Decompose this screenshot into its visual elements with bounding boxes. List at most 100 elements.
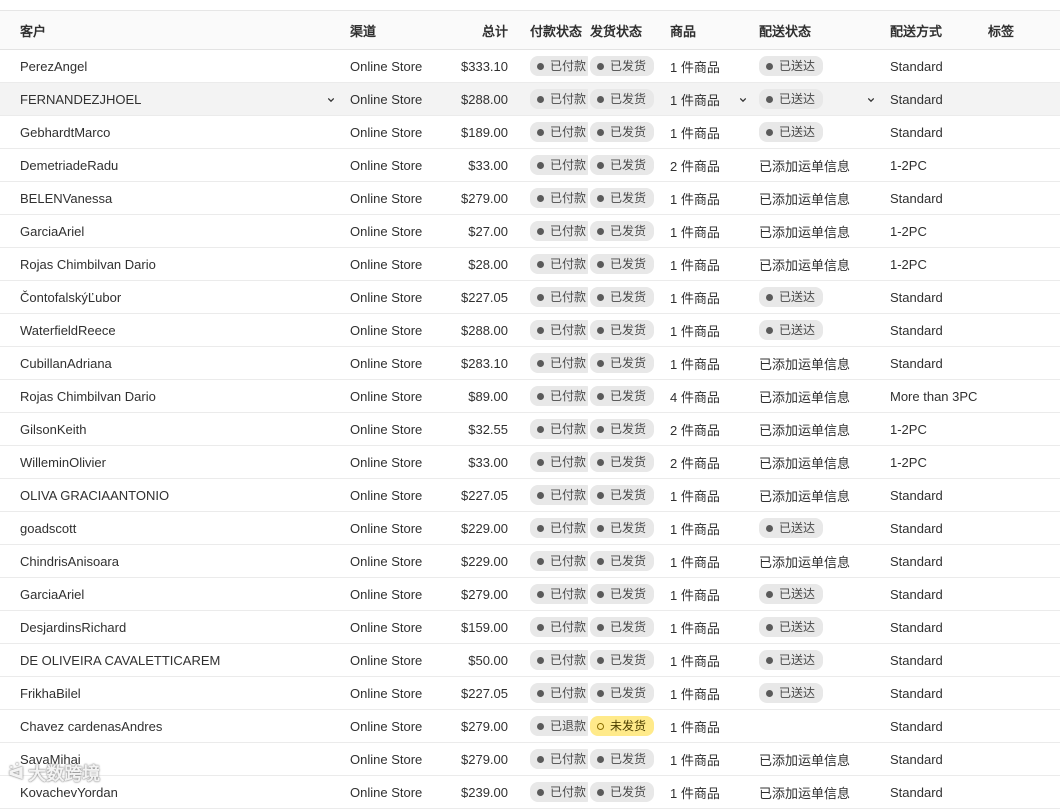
cell-fulfillment: 已发货	[588, 254, 668, 274]
cell-customer[interactable]: Rojas Chimbilvan Dario	[0, 257, 345, 272]
items-chevron-down-icon[interactable]	[739, 92, 747, 107]
header-channel[interactable]: 渠道	[345, 21, 445, 40]
cell-payment: 已付款	[508, 551, 588, 571]
cell-items[interactable]: 1 件商品	[668, 783, 759, 802]
cell-customer[interactable]: DE OLIVEIRA CAVALETTICAREM	[0, 653, 345, 668]
table-row[interactable]: Rojas Chimbilvan Dario Online Store $89.00…	[0, 380, 1060, 413]
table-row[interactable]: ČontofalskýĽubor Online Store $227.05 已付款 已发…	[0, 281, 1060, 314]
delivery-chevron-down-icon[interactable]	[867, 92, 875, 107]
cell-items[interactable]: 1 件商品	[668, 618, 759, 637]
header-total[interactable]: 总计	[445, 21, 508, 40]
table-row[interactable]: goadscott Online Store $229.00 已付款 已发货 1 件商品已…	[0, 512, 1060, 545]
table-row[interactable]: GarciaAriel Online Store $27.00 已付款 已发货 1 件商品…	[0, 215, 1060, 248]
status-dot-icon	[597, 392, 604, 400]
status-dot-icon	[597, 128, 604, 136]
table-row[interactable]: Chavez cardenasAndres Online Store $279.00…	[0, 710, 1060, 743]
header-items[interactable]: 商品	[668, 21, 759, 40]
cell-customer[interactable]: DesjardinsRichard	[0, 620, 345, 635]
table-row[interactable]: KovachevYordan Online Store $239.00 已付款 已发货 1…	[0, 776, 1060, 809]
header-delivery-method[interactable]: 配送方式	[890, 21, 988, 40]
table-row[interactable]: GilsonKeith Online Store $32.55 已付款 已发货 2 件商品…	[0, 413, 1060, 446]
cell-customer[interactable]: FrikhaBilel	[0, 686, 345, 701]
table-row[interactable]: ChindrisAnisoara Online Store $229.00 已付款 已发…	[0, 545, 1060, 578]
cell-customer[interactable]: FERNANDEZJHOEL	[0, 92, 345, 107]
cell-items[interactable]: 1 件商品	[668, 189, 759, 208]
table-row[interactable]: DesjardinsRichard Online Store $159.00 已付款已…	[0, 611, 1060, 644]
cell-items[interactable]: 1 件商品	[668, 321, 759, 340]
cell-items[interactable]: 2 件商品	[668, 156, 759, 175]
table-row[interactable]: WilleminOlivier Online Store $33.00 已付款 已发货 2…	[0, 446, 1060, 479]
cell-items[interactable]: 1 件商品	[668, 684, 759, 703]
cell-customer[interactable]: BELENVanessa	[0, 191, 345, 206]
customer-chevron-down-icon[interactable]	[327, 92, 335, 107]
status-dot-icon	[597, 623, 604, 631]
status-dot-icon	[597, 293, 604, 301]
cell-customer[interactable]: ChindrisAnisoara	[0, 554, 345, 569]
status-dot-icon	[537, 689, 544, 697]
fulfillment-badge: 已发货	[590, 452, 655, 472]
cell-items[interactable]: 1 件商品	[668, 486, 759, 505]
cell-fulfillment: 已发货	[588, 155, 668, 175]
cell-customer[interactable]: Rojas Chimbilvan Dario	[0, 389, 345, 404]
cell-items[interactable]: 1 件商品	[668, 255, 759, 274]
cell-items[interactable]: 1 件商品	[668, 123, 759, 142]
table-row[interactable]: BELENVanessa Online Store $279.00 已付款 已发货 1 件…	[0, 182, 1060, 215]
table-row[interactable]: CubillanAdriana Online Store $283.10 已付款 已发货…	[0, 347, 1060, 380]
cell-customer[interactable]: Chavez cardenasAndres	[0, 719, 345, 734]
cell-items[interactable]: 1 件商品	[668, 651, 759, 670]
table-row[interactable]: GarciaAriel Online Store $279.00 已付款 已发货 1 件商…	[0, 578, 1060, 611]
table-row[interactable]: GebhardtMarco Online Store $189.00 已付款 已发货 1 …	[0, 116, 1060, 149]
cell-items[interactable]: 2 件商品	[668, 453, 759, 472]
cell-customer[interactable]: GebhardtMarco	[0, 125, 345, 140]
cell-customer[interactable]: DemetriadeRadu	[0, 158, 345, 173]
cell-items[interactable]: 1 件商品	[668, 57, 759, 76]
table-row[interactable]: WaterfieldReece Online Store $288.00 已付款 已发货…	[0, 314, 1060, 347]
cell-channel: Online Store	[350, 586, 423, 602]
table-row[interactable]: FERNANDEZJHOEL Online Store $288.00 已付款 已发货 1…	[0, 83, 1060, 116]
cell-customer[interactable]: GarciaAriel	[0, 224, 345, 239]
cell-items[interactable]: 1 件商品	[668, 717, 759, 736]
table-row[interactable]: FrikhaBilel Online Store $227.05 已付款 已发货 1 件商…	[0, 677, 1060, 710]
cell-customer[interactable]: GilsonKeith	[0, 422, 345, 437]
header-tags[interactable]: 标签	[988, 21, 1060, 40]
cell-items[interactable]: 1 件商品	[668, 222, 759, 241]
status-dot-icon	[537, 788, 544, 796]
table-row[interactable]: DE OLIVEIRA CAVALETTICAREM Online Store $5…	[0, 644, 1060, 677]
payment-badge: 已付款	[530, 287, 588, 307]
cell-items[interactable]: 1 件商品	[668, 519, 759, 538]
delivery-badge: 已送达	[759, 89, 824, 109]
cell-customer[interactable]: CubillanAdriana	[0, 356, 345, 371]
cell-channel: Online Store	[350, 322, 423, 338]
table-row[interactable]: Rojas Chimbilvan Dario Online Store $28.00…	[0, 248, 1060, 281]
cell-items[interactable]: 2 件商品	[668, 420, 759, 439]
cell-customer[interactable]: PerezAngel	[0, 59, 345, 74]
cell-customer[interactable]: goadscott	[0, 521, 345, 536]
cell-items[interactable]: 1 件商品	[668, 354, 759, 373]
table-row[interactable]: DemetriadeRadu Online Store $33.00 已付款 已发货 2 …	[0, 149, 1060, 182]
cell-items[interactable]: 1 件商品	[668, 288, 759, 307]
cell-items[interactable]: 1 件商品	[668, 585, 759, 604]
cell-customer[interactable]: WaterfieldReece	[0, 323, 345, 338]
header-customer[interactable]: 客户	[0, 21, 345, 40]
cell-customer[interactable]: ČontofalskýĽubor	[0, 290, 345, 305]
cell-items[interactable]: 4 件商品	[668, 387, 759, 406]
cell-customer[interactable]: KovachevYordan	[0, 785, 345, 800]
header-fulfillment-status[interactable]: 发货状态	[588, 21, 668, 40]
header-delivery-status[interactable]: 配送状态	[759, 21, 890, 40]
cell-items[interactable]: 1 件商品	[668, 750, 759, 769]
delivery-text: 已添加运单信息	[759, 257, 851, 273]
cell-customer[interactable]: GarciaAriel	[0, 587, 345, 602]
header-payment-status[interactable]: 付款状态	[508, 21, 588, 40]
table-header: 客户 渠道 总计 付款状态 发货状态 商品 配送状态 配送方式 标签	[0, 10, 1060, 50]
cell-delivery-method: Standard	[890, 751, 943, 767]
cell-customer[interactable]: WilleminOlivier	[0, 455, 345, 470]
table-row[interactable]: OLIVA GRACIAANTONIO Online Store $227.05 已付…	[0, 479, 1060, 512]
table-row[interactable]: PerezAngel Online Store $333.10 已付款 已发货 1 件商品…	[0, 50, 1060, 83]
cell-customer[interactable]: OLIVA GRACIAANTONIO	[0, 488, 345, 503]
cell-items[interactable]: 1 件商品	[668, 552, 759, 571]
cell-items[interactable]: 1 件商品	[668, 90, 759, 109]
table-row[interactable]: SavaMihai Online Store $279.00 已付款 已发货 1 件商品已…	[0, 743, 1060, 776]
table-body: PerezAngel Online Store $333.10 已付款 已发货 1 件商品…	[0, 50, 1060, 809]
cell-fulfillment: 已发货	[588, 485, 668, 505]
cell-payment: 已付款	[508, 155, 588, 175]
